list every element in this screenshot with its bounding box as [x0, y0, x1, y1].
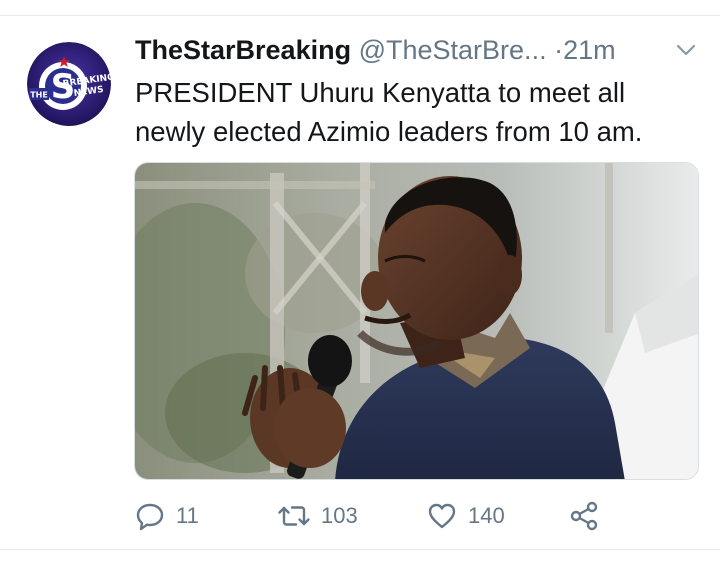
logo-text-the: THE	[30, 91, 48, 100]
heart-icon	[428, 503, 456, 529]
display-name[interactable]: TheStarBreaking	[135, 35, 351, 65]
timestamp[interactable]: 21m	[563, 35, 616, 65]
tweet-text-line: newly elected Azimio leaders from 10 am.	[135, 116, 643, 147]
user-handle[interactable]: @TheStarBre...	[359, 35, 547, 65]
tweet-media-photo[interactable]	[134, 162, 699, 480]
share-button[interactable]	[568, 496, 600, 536]
photo-man-speaking-microphone-icon	[135, 163, 698, 479]
retweet-count: 103	[321, 503, 358, 528]
like-count: 140	[468, 503, 505, 528]
separator-dot: ·	[554, 35, 564, 65]
retweet-icon	[278, 506, 310, 526]
share-icon	[570, 501, 598, 531]
breaking-news-logo-icon: S THE BREAKING NEWS	[27, 42, 111, 126]
tweet-text-line: PRESIDENT Uhuru Kenyatta to meet all	[135, 77, 626, 108]
tweet-card[interactable]: S THE BREAKING NEWS TheStarBreaking @The…	[0, 0, 720, 562]
tweet-header: TheStarBreaking @TheStarBre... ·21m	[135, 31, 616, 69]
like-button[interactable]: 140	[426, 496, 505, 536]
top-divider	[0, 15, 720, 16]
bottom-divider	[0, 549, 720, 550]
reply-icon	[136, 503, 164, 531]
reply-button[interactable]: 11	[134, 496, 199, 536]
reply-count: 11	[176, 503, 199, 528]
retweet-button[interactable]: 103	[277, 496, 358, 536]
avatar[interactable]: S THE BREAKING NEWS	[27, 42, 111, 126]
tweet-action-bar: 11 103 140	[134, 496, 614, 536]
tweet-text: PRESIDENT Uhuru Kenyatta to meet all new…	[135, 73, 705, 151]
chevron-down-icon[interactable]	[674, 40, 698, 60]
